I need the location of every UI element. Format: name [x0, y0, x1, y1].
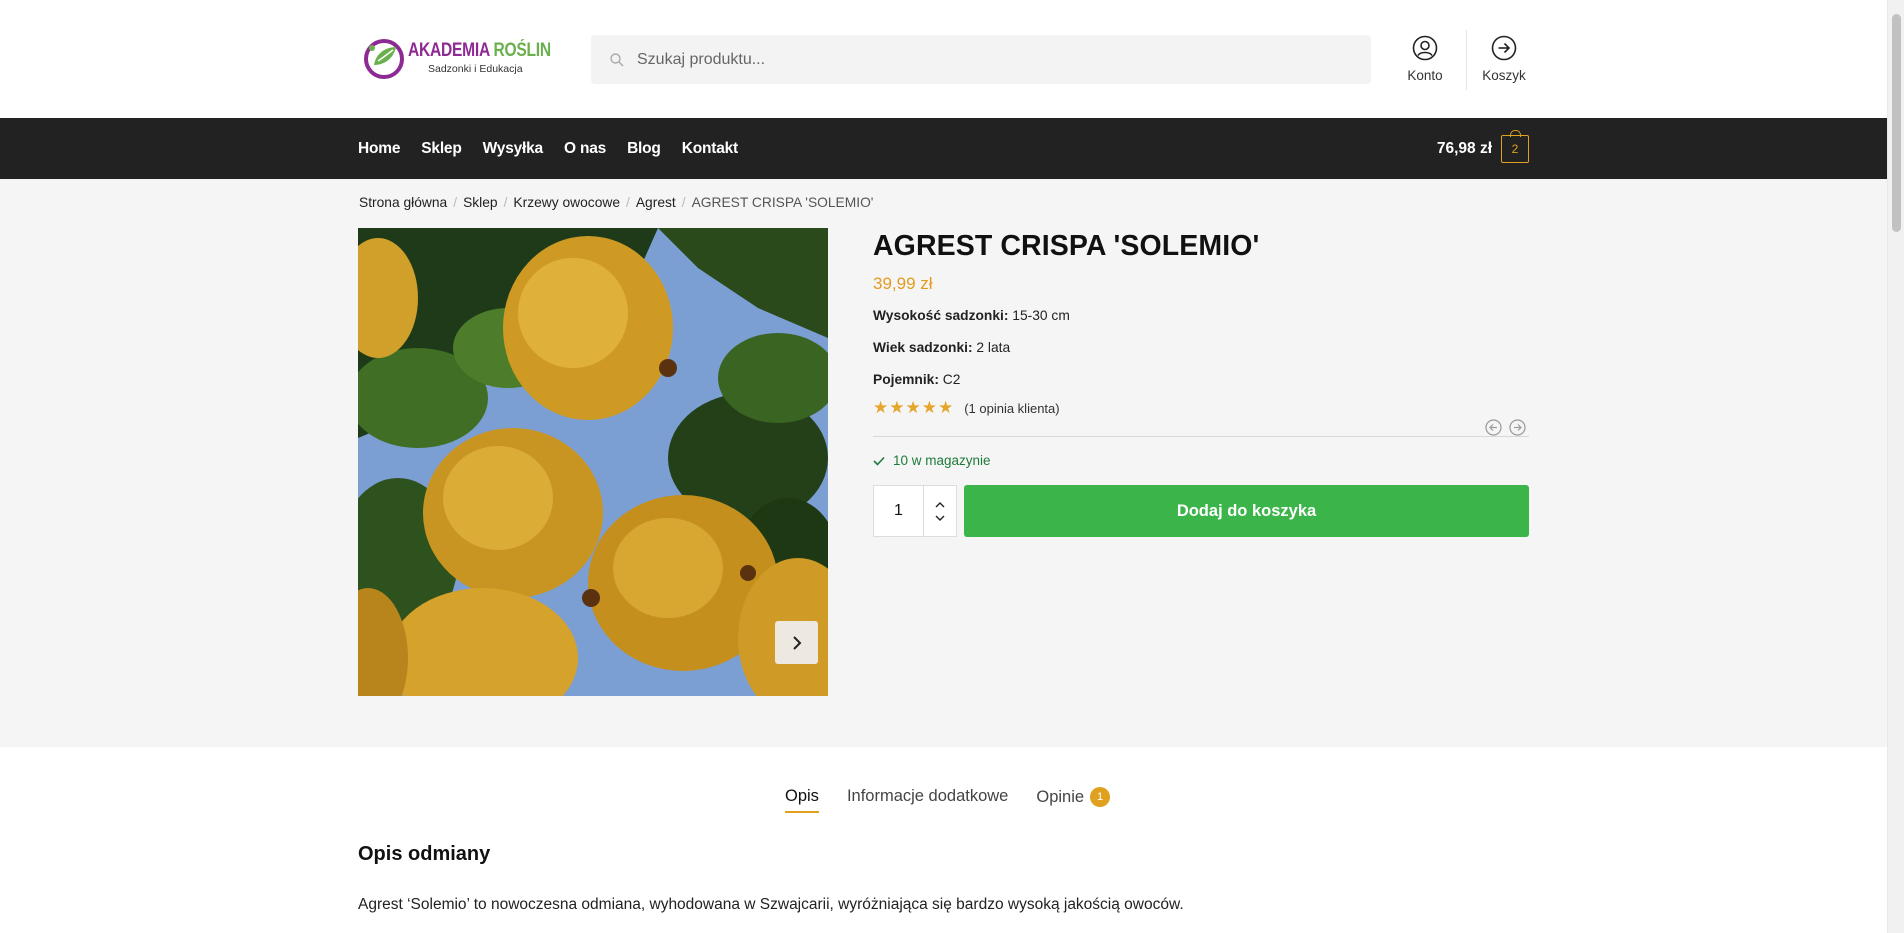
header-divider: [1466, 30, 1467, 90]
product-image[interactable]: [358, 228, 828, 696]
arrow-right-circle-icon: [1491, 35, 1517, 61]
product-section: Strona główna / Sklep / Krzewy owocowe / Ag…: [0, 179, 1904, 747]
mini-cart[interactable]: 76,98 zł 2: [1437, 118, 1529, 179]
add-to-cart-button[interactable]: Dodaj do koszyka: [964, 485, 1529, 537]
product-navigation: [1485, 419, 1526, 436]
quantity-stepper[interactable]: 1: [873, 485, 957, 537]
breadcrumb-current: AGREST CRISPA 'SOLEMIO': [691, 195, 874, 210]
description-text: Agrest ‘Solemio’ to nowoczesna odmiana, …: [358, 896, 1184, 913]
cart-count-badge: 2: [1501, 129, 1529, 163]
chevron-up-icon[interactable]: [935, 501, 945, 508]
nav-item-shipping[interactable]: Wysyłka: [483, 140, 544, 158]
product-summary: AGREST CRISPA 'SOLEMIO' 39,99 zł Wysokoś…: [873, 228, 1529, 537]
product-tabs: Opis Informacje dodatkowe Opinie 1: [785, 787, 1138, 813]
account-label: Konto: [1407, 68, 1443, 83]
main-navigation: Home Sklep Wysyłka O nas Blog Kontakt 76…: [0, 118, 1904, 179]
nav-item-contact[interactable]: Kontakt: [682, 140, 738, 158]
logo-title: AKADEMIA ROŚLIN: [408, 40, 551, 62]
breadcrumb-subcategory[interactable]: Agrest: [636, 195, 676, 210]
previous-product-icon[interactable]: [1485, 419, 1502, 436]
attribute-container: Pojemnik: C2: [873, 372, 961, 387]
gallery-next-button[interactable]: [775, 621, 818, 664]
star-rating-icon: ★★★★★: [873, 398, 955, 417]
tab-reviews[interactable]: Opinie 1: [1036, 787, 1111, 813]
chevron-down-icon[interactable]: [935, 515, 945, 522]
nav-item-shop[interactable]: Sklep: [421, 140, 462, 158]
review-link[interactable]: (1 opinia klienta): [964, 401, 1059, 416]
logo-subtitle: Sadzonki i Edukacja: [428, 63, 523, 76]
gooseberry-photo: [358, 228, 828, 696]
cart-total: 76,98 zł: [1436, 139, 1492, 157]
breadcrumb: Strona główna / Sklep / Krzewy owocowe / Ag…: [359, 195, 874, 210]
cart-label: Koszyk: [1482, 68, 1526, 83]
attribute-height: Wysokość sadzonki: 15-30 cm: [873, 308, 1070, 323]
user-icon: [1412, 35, 1438, 61]
account-link[interactable]: Konto: [1394, 34, 1456, 83]
nav-item-about[interactable]: O nas: [564, 140, 606, 158]
reviews-count-badge: 1: [1090, 787, 1111, 807]
search-input[interactable]: [637, 50, 1337, 69]
nav-item-blog[interactable]: Blog: [627, 140, 661, 158]
product-rating: ★★★★★ (1 opinia klienta): [873, 398, 1529, 418]
logo-leaf-icon: [364, 39, 404, 79]
breadcrumb-home[interactable]: Strona główna: [359, 195, 447, 210]
product-tabs-section: Opis Informacje dodatkowe Opinie 1 Opis o…: [0, 747, 1904, 933]
next-product-icon[interactable]: [1509, 419, 1526, 436]
scrollbar-thumb[interactable]: [1892, 14, 1901, 232]
breadcrumb-category[interactable]: Krzewy owocowe: [513, 195, 620, 210]
stock-status: 10 w magazynie: [873, 453, 1529, 468]
product-price: 39,99 zł: [873, 274, 933, 293]
product-title: AGREST CRISPA 'SOLEMIO': [873, 230, 1260, 262]
summary-divider: [873, 436, 1529, 437]
tab-description[interactable]: Opis: [785, 787, 819, 813]
page-scrollbar[interactable]: [1887, 0, 1904, 933]
nav-item-home[interactable]: Home: [358, 140, 400, 158]
cart-link[interactable]: Koszyk: [1473, 34, 1535, 83]
breadcrumb-shop[interactable]: Sklep: [463, 195, 498, 210]
attribute-age: Wiek sadzonki: 2 lata: [873, 340, 1011, 355]
description-title: Opis odmiany: [358, 843, 491, 865]
site-header: AKADEMIA ROŚLIN Sadzonki i Edukacja Kont…: [0, 0, 1904, 118]
search-icon: [610, 52, 624, 66]
quantity-input[interactable]: 1: [874, 486, 924, 536]
search-bar: [591, 35, 1371, 84]
tab-additional-info[interactable]: Informacje dodatkowe: [847, 787, 1008, 813]
check-icon: [873, 456, 885, 466]
site-logo[interactable]: AKADEMIA ROŚLIN Sadzonki i Edukacja: [362, 34, 551, 82]
chevron-right-icon: [792, 635, 801, 650]
